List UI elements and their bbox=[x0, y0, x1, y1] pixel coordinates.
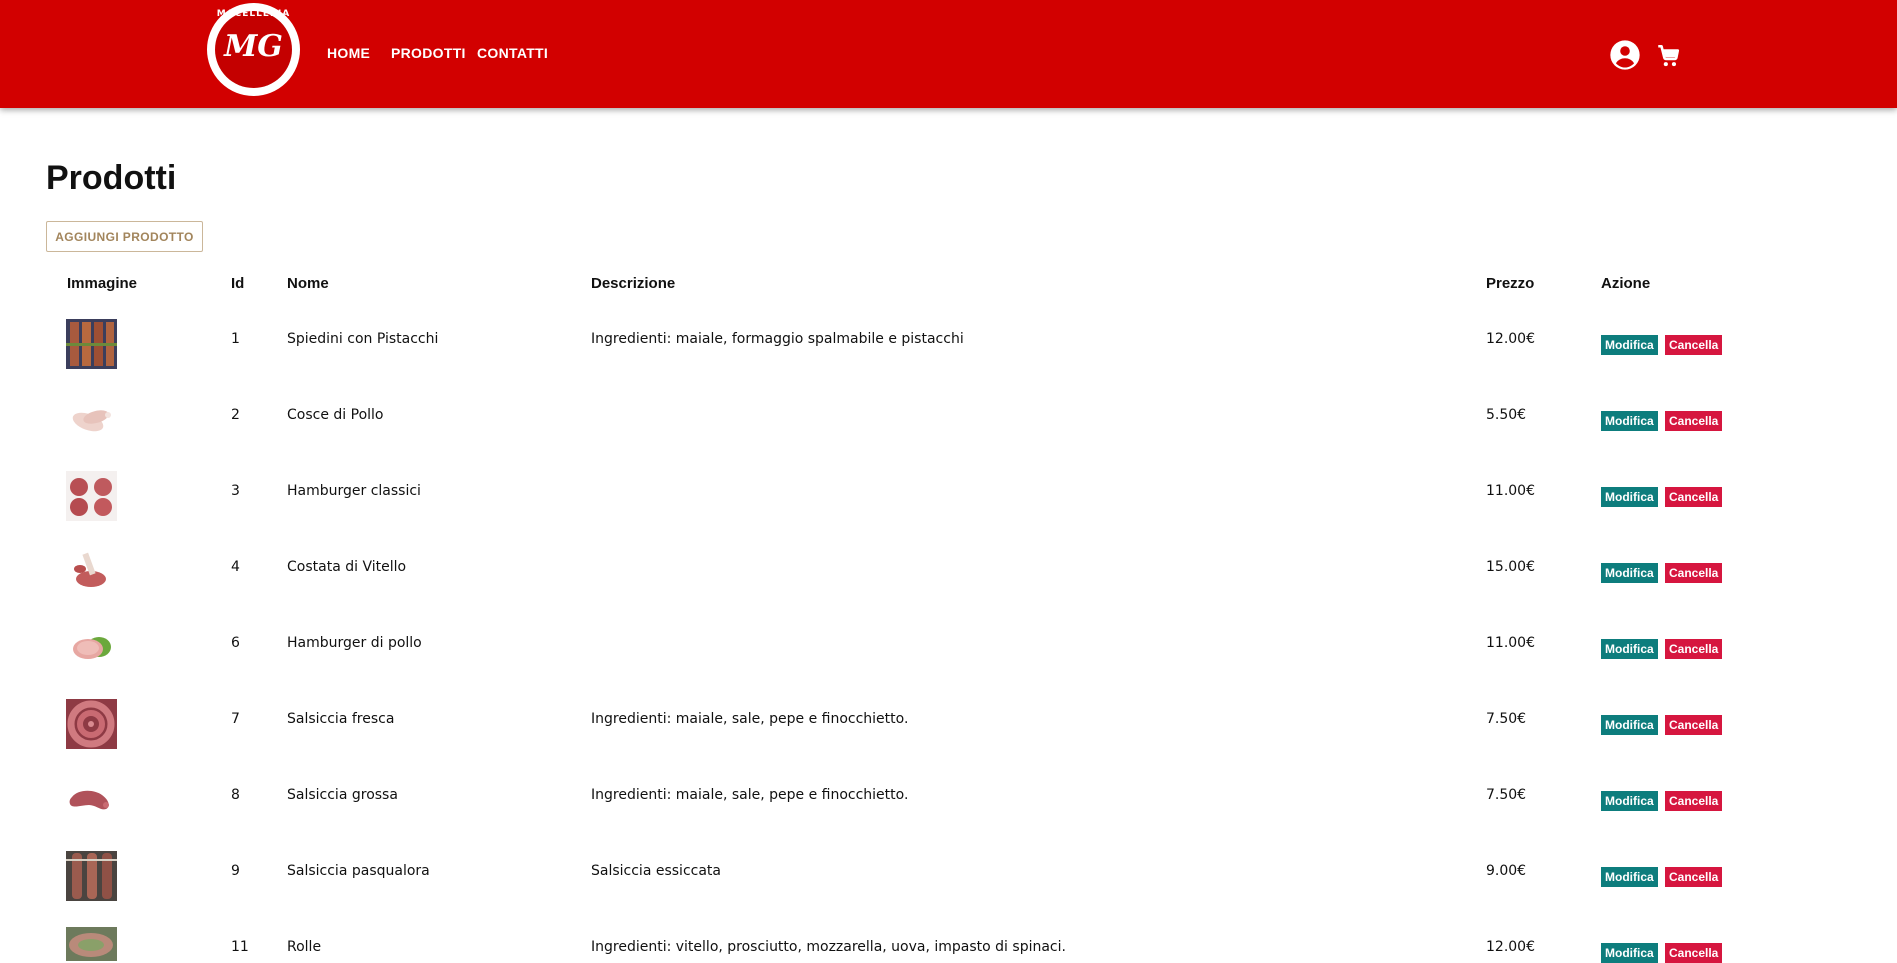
table-row: 8 Salsiccia grossa Ingredienti: maiale, … bbox=[0, 762, 1897, 838]
product-description: Ingredienti: maiale, sale, pepe e finocc… bbox=[591, 711, 909, 727]
product-name: Costata di Vitello bbox=[287, 559, 407, 575]
nav-contacts[interactable]: CONTATTI bbox=[477, 45, 548, 61]
product-price: 7.50€ bbox=[1486, 787, 1527, 803]
product-id: 6 bbox=[231, 635, 240, 651]
product-description: Ingredienti: maiale, sale, pepe e finocc… bbox=[591, 787, 909, 803]
product-id: 4 bbox=[231, 559, 240, 575]
edit-button[interactable]: Modifica bbox=[1601, 335, 1658, 355]
table-row: 9 Salsiccia pasqualora Salsiccia essicca… bbox=[0, 838, 1897, 914]
column-header-id: Id bbox=[231, 275, 245, 292]
product-id: 7 bbox=[231, 711, 240, 727]
product-image bbox=[66, 851, 117, 901]
product-price: 9.00€ bbox=[1486, 863, 1527, 879]
delete-button[interactable]: Cancella bbox=[1665, 791, 1723, 811]
product-name: Spiedini con Pistacchi bbox=[287, 331, 439, 347]
edit-button[interactable]: Modifica bbox=[1601, 487, 1658, 507]
table-row: 7 Salsiccia fresca Ingredienti: maiale, … bbox=[0, 686, 1897, 762]
product-price: 12.00€ bbox=[1486, 939, 1535, 955]
product-name: Cosce di Pollo bbox=[287, 407, 384, 423]
product-price: 15.00€ bbox=[1486, 559, 1535, 575]
product-image bbox=[66, 623, 117, 673]
product-name: Rolle bbox=[287, 939, 322, 955]
column-header-price: Prezzo bbox=[1486, 275, 1535, 292]
delete-button[interactable]: Cancella bbox=[1665, 487, 1723, 507]
column-header-description: Descrizione bbox=[591, 275, 676, 292]
logo-initials: MG bbox=[224, 29, 283, 64]
product-image bbox=[66, 319, 117, 369]
edit-button[interactable]: Modifica bbox=[1601, 867, 1658, 887]
product-price: 11.00€ bbox=[1486, 635, 1535, 651]
product-description: Ingredienti: maiale, formaggio spalmabil… bbox=[591, 331, 964, 347]
product-id: 9 bbox=[231, 863, 240, 879]
column-header-name: Nome bbox=[287, 275, 329, 292]
edit-button[interactable]: Modifica bbox=[1601, 639, 1658, 659]
product-price: 12.00€ bbox=[1486, 331, 1535, 347]
product-image bbox=[66, 547, 117, 597]
product-image bbox=[66, 699, 117, 749]
product-name: Salsiccia fresca bbox=[287, 711, 395, 727]
product-name: Hamburger di pollo bbox=[287, 635, 422, 651]
edit-button[interactable]: Modifica bbox=[1601, 943, 1658, 963]
account-circle-icon[interactable] bbox=[1609, 39, 1641, 75]
table-row: 2 Cosce di Pollo 5.50€ Modifica Cancella bbox=[0, 382, 1897, 458]
nav-products[interactable]: PRODOTTI bbox=[391, 45, 466, 61]
page-title: Prodotti bbox=[46, 159, 177, 197]
product-image bbox=[66, 395, 117, 445]
product-id: 2 bbox=[231, 407, 240, 423]
product-image bbox=[66, 775, 117, 825]
product-price: 11.00€ bbox=[1486, 483, 1535, 499]
edit-button[interactable]: Modifica bbox=[1601, 791, 1658, 811]
table-row: 11 Rolle Ingredienti: vitello, prosciutt… bbox=[0, 914, 1897, 963]
column-header-image: Immagine bbox=[67, 275, 138, 292]
product-description: Ingredienti: vitello, prosciutto, mozzar… bbox=[591, 939, 1066, 955]
delete-button[interactable]: Cancella bbox=[1665, 715, 1723, 735]
delete-button[interactable]: Cancella bbox=[1665, 867, 1723, 887]
delete-button[interactable]: Cancella bbox=[1665, 411, 1723, 431]
table-row: 3 Hamburger classici 11.00€ Modifica Can… bbox=[0, 458, 1897, 534]
top-navbar: MACELLERIA MG HOME PRODOTTI CONTATTI bbox=[0, 0, 1897, 108]
edit-button[interactable]: Modifica bbox=[1601, 563, 1658, 583]
nav-home[interactable]: HOME bbox=[327, 45, 370, 61]
product-price: 5.50€ bbox=[1486, 407, 1527, 423]
product-id: 8 bbox=[231, 787, 240, 803]
table-row: 1 Spiedini con Pistacchi Ingredienti: ma… bbox=[0, 306, 1897, 382]
delete-button[interactable]: Cancella bbox=[1665, 563, 1723, 583]
product-image bbox=[66, 927, 117, 961]
delete-button[interactable]: Cancella bbox=[1665, 943, 1723, 963]
product-price: 7.50€ bbox=[1486, 711, 1527, 727]
column-header-action: Azione bbox=[1601, 275, 1651, 292]
product-name: Salsiccia pasqualora bbox=[287, 863, 430, 879]
shopping-cart-icon[interactable] bbox=[1655, 43, 1681, 73]
brand-logo[interactable]: MACELLERIA MG bbox=[207, 3, 300, 96]
product-id: 1 bbox=[231, 331, 240, 347]
product-image bbox=[66, 471, 117, 521]
add-product-button[interactable]: AGGIUNGI PRODOTTO bbox=[46, 221, 203, 252]
table-row: 4 Costata di Vitello 15.00€ Modifica Can… bbox=[0, 534, 1897, 610]
edit-button[interactable]: Modifica bbox=[1601, 715, 1658, 735]
edit-button[interactable]: Modifica bbox=[1601, 411, 1658, 431]
delete-button[interactable]: Cancella bbox=[1665, 639, 1723, 659]
product-id: 3 bbox=[231, 483, 240, 499]
product-description: Salsiccia essiccata bbox=[591, 863, 721, 879]
delete-button[interactable]: Cancella bbox=[1665, 335, 1723, 355]
logo-badge: MACELLERIA MG bbox=[215, 9, 292, 88]
product-name: Salsiccia grossa bbox=[287, 787, 398, 803]
product-name: Hamburger classici bbox=[287, 483, 421, 499]
logo-text: MACELLERIA bbox=[216, 9, 291, 19]
table-row: 6 Hamburger di pollo 11.00€ Modifica Can… bbox=[0, 610, 1897, 686]
product-id: 11 bbox=[231, 939, 249, 955]
